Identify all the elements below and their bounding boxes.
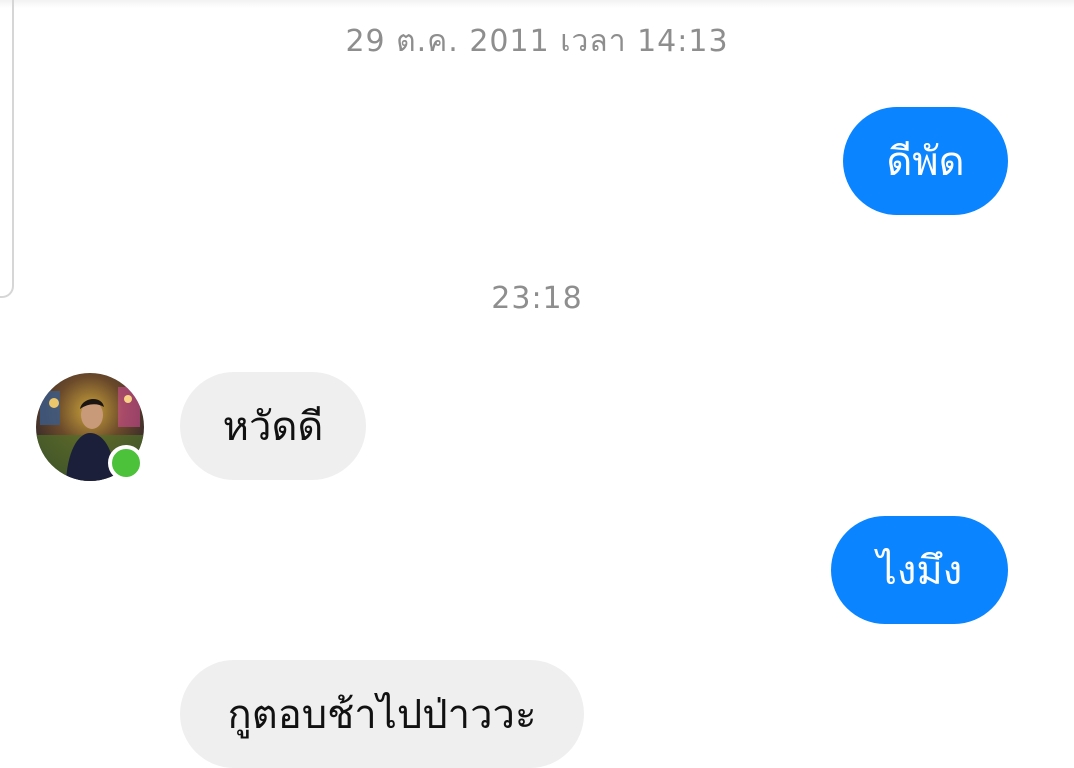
outgoing-message-bubble[interactable]: ไงมึง [831,516,1008,624]
timestamp-divider: 23:18 [491,281,583,316]
message-text: หวัดดี [222,404,324,450]
message-text: ไงมึง [876,548,963,594]
outgoing-message-bubble[interactable]: ดีพัด [843,107,1008,215]
timestamp-divider: 29 ต.ค. 2011 เวลา 14:13 [345,24,729,59]
online-status-dot [108,445,144,481]
message-text: ดีพัด [886,139,965,185]
top-edge [0,0,1074,8]
incoming-message-bubble[interactable]: หวัดดี [180,372,366,480]
incoming-message-bubble[interactable]: กูตอบช้าไปป่าววะ [180,660,584,768]
message-text: กูตอบช้าไปป่าววะ [227,692,537,738]
